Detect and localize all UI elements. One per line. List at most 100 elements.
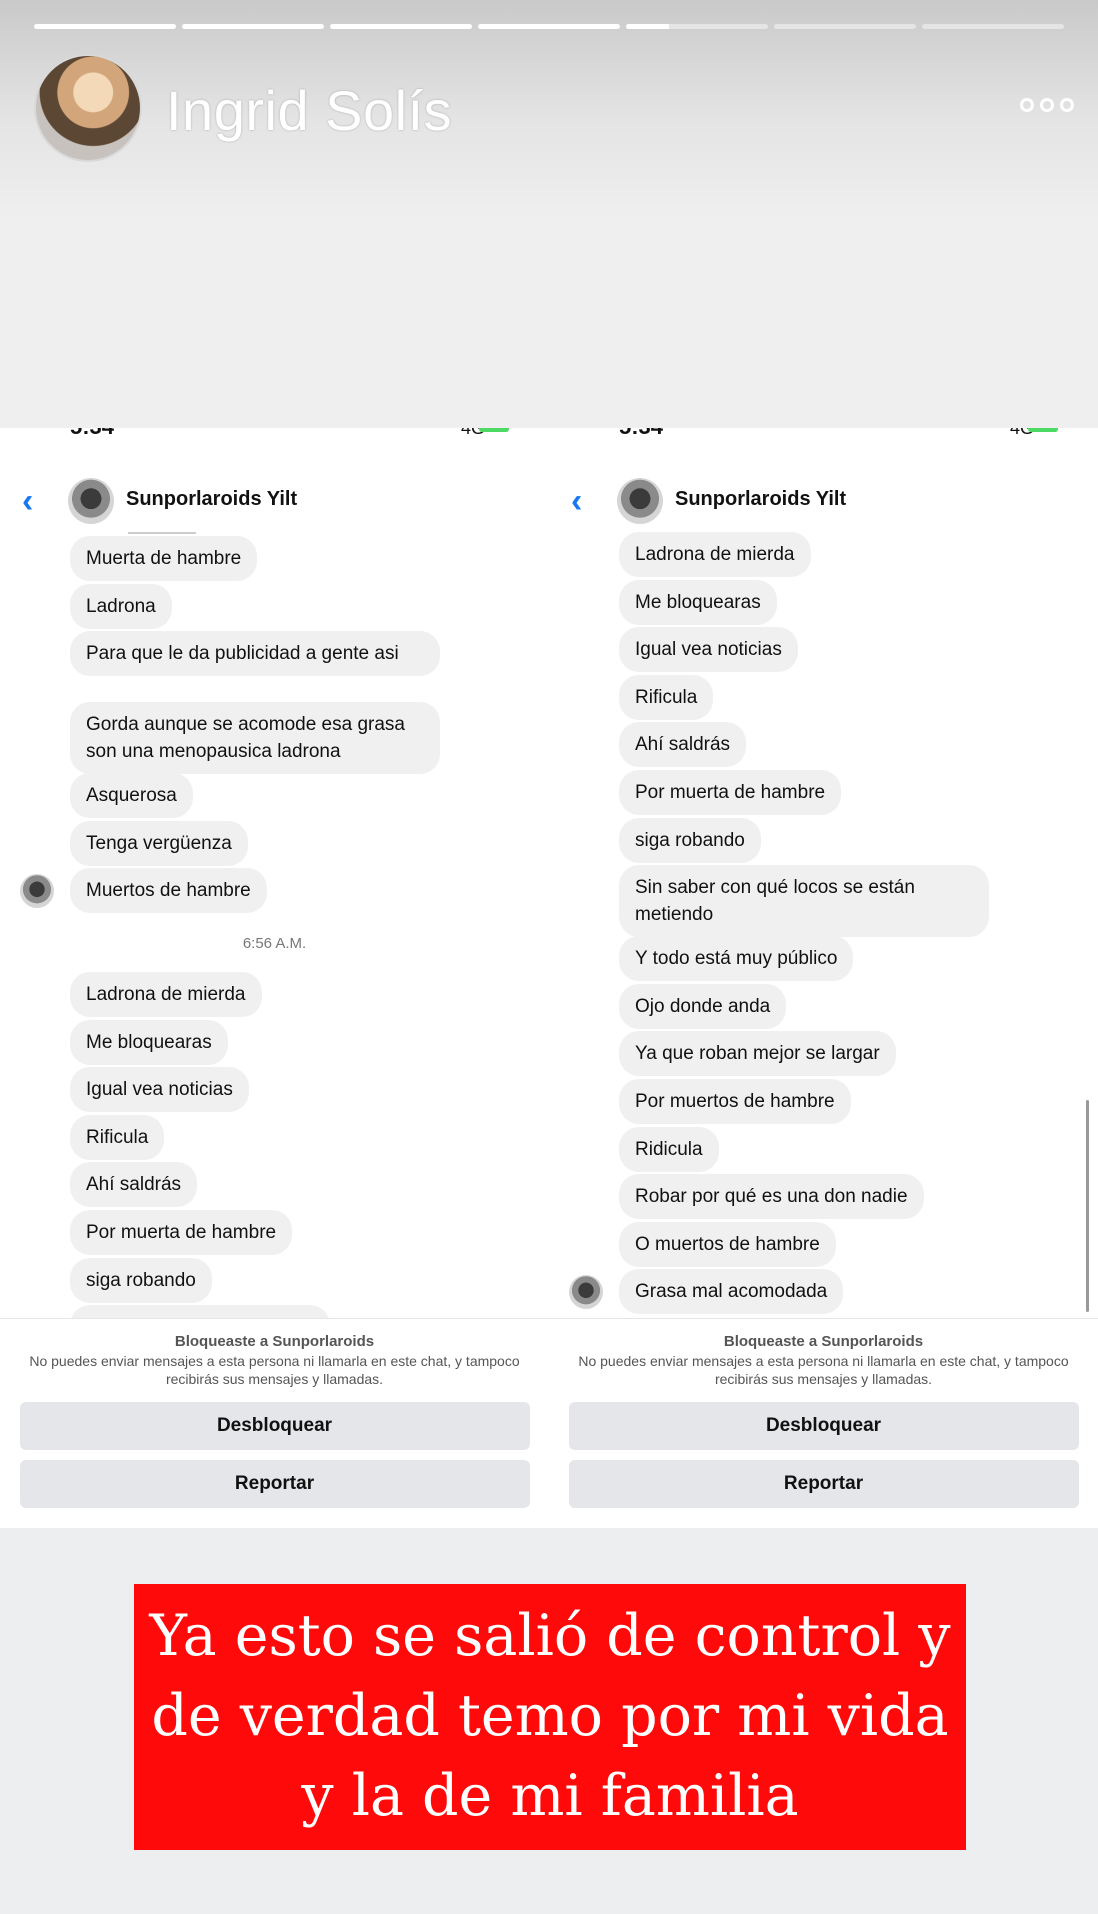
message-bubble[interactable]: O muertos de hambre bbox=[619, 1221, 836, 1267]
message-row: Por muerta de hambre bbox=[549, 769, 1098, 818]
story-progress-bar bbox=[34, 24, 1064, 29]
story-progress-fill bbox=[626, 24, 669, 29]
story-progress-fill bbox=[182, 24, 324, 29]
contact-name[interactable]: Sunporlaroids Yilt bbox=[126, 488, 297, 511]
message-row: Grasa mal acomodada bbox=[549, 1269, 1098, 1314]
story-progress-segment bbox=[34, 24, 176, 29]
story-user-name[interactable]: Ingrid Solís bbox=[166, 78, 452, 143]
story-progress-segment bbox=[182, 24, 324, 29]
message-timestamp: 6:56 A.M. bbox=[242, 934, 307, 952]
message-bubble[interactable]: Ladrona bbox=[70, 583, 172, 629]
message-row: Ahí saldrás bbox=[549, 722, 1098, 770]
message-row: Ladrona de mierda bbox=[0, 971, 549, 1020]
message-bubble[interactable]: Muertos de hambre bbox=[70, 868, 267, 914]
message-bubble[interactable]: Ojo donde anda bbox=[619, 983, 787, 1029]
blocked-description: No puedes enviar mensajes a esta persona… bbox=[29, 1353, 520, 1387]
story-progress-segment bbox=[478, 24, 620, 29]
story-header: Ingrid Solís bbox=[0, 0, 1098, 428]
unblock-button[interactable]: Desbloquear bbox=[568, 1402, 1079, 1450]
message-row: Muerta de hambre bbox=[0, 536, 549, 584]
message-bubble[interactable]: Ya que roban mejor se largar bbox=[619, 1031, 896, 1077]
message-bubble[interactable]: siga robando bbox=[70, 1257, 212, 1303]
message-row: siga robando bbox=[549, 817, 1098, 866]
contact-avatar[interactable] bbox=[68, 478, 114, 524]
message-bubble[interactable]: Sin saber con qué locos se bbox=[70, 1305, 331, 1318]
contact-name[interactable]: Sunporlaroids Yilt bbox=[675, 488, 846, 511]
scrollbar[interactable] bbox=[1086, 1100, 1089, 1312]
message-row: Ojo donde anda bbox=[549, 983, 1098, 1032]
message-row: Ridicula bbox=[549, 1126, 1098, 1175]
report-button[interactable]: Reportar bbox=[568, 1460, 1079, 1508]
message-row: Gorda aunque se acomode esa grasa son un… bbox=[0, 702, 549, 775]
message-bubble[interactable]: Por muerta de hambre bbox=[70, 1209, 293, 1255]
message-bubble[interactable]: Ahí saldrás bbox=[70, 1162, 198, 1208]
message-bubble[interactable]: Tenga vergüenza bbox=[70, 820, 248, 866]
back-chevron-icon[interactable]: ‹ bbox=[571, 484, 582, 518]
message-bubble[interactable]: Y todo está muy público bbox=[619, 936, 854, 982]
message-bubble[interactable]: Muerta de hambre bbox=[70, 536, 258, 581]
message-row: Ya que roban mejor se largar bbox=[549, 1031, 1098, 1079]
message-bubble[interactable]: Asquerosa bbox=[70, 773, 193, 819]
chat-screenshot-right: 5:34 4G ‹ Sunporlaroids Yilt Ladrona de … bbox=[549, 428, 1098, 1528]
message-row: Rificula bbox=[549, 674, 1098, 723]
message-row: Ladrona de mierda bbox=[549, 532, 1098, 580]
message-bubble[interactable]: Por muerta de hambre bbox=[619, 769, 842, 815]
message-row: Asquerosa bbox=[0, 773, 549, 821]
blocked-title: Bloqueaste a Sunporlaroids bbox=[723, 1333, 924, 1350]
message-row: Por muerta de hambre bbox=[0, 1209, 549, 1258]
blocked-panel: Bloqueaste a Sunporlaroids No puedes env… bbox=[549, 1318, 1098, 1528]
battery-icon bbox=[479, 428, 509, 432]
story-progress-segment bbox=[774, 24, 916, 29]
message-bubble[interactable]: Rificula bbox=[619, 674, 714, 720]
message-bubble[interactable]: Grasa mal acomodada bbox=[619, 1269, 844, 1314]
status-time: 5:34 bbox=[70, 428, 114, 440]
message-bubble[interactable]: Sin saber con qué locos se están metiend… bbox=[619, 865, 989, 938]
message-list[interactable]: Ladrona de mierda Me bloquearas Igual vea … bbox=[549, 532, 1098, 1314]
story-caption: Ya esto se salió de control y de verdad … bbox=[134, 1584, 966, 1850]
message-bubble[interactable]: Gorda aunque se acomode esa grasa son un… bbox=[70, 702, 440, 775]
caption-line: y la de mi familia bbox=[301, 1763, 799, 1829]
contact-avatar[interactable] bbox=[617, 478, 663, 524]
story-avatar[interactable] bbox=[34, 54, 142, 162]
caption-line: de verdad temo por mi vida bbox=[151, 1683, 949, 1749]
message-bubble[interactable]: Rificula bbox=[70, 1114, 165, 1160]
message-row: Me bloquearas bbox=[0, 1019, 549, 1068]
back-chevron-icon[interactable]: ‹ bbox=[22, 484, 33, 518]
story-progress-fill bbox=[330, 24, 472, 29]
message-bubble[interactable]: Robar por qué es una don nadie bbox=[619, 1174, 924, 1220]
message-bubble[interactable]: Ridicula bbox=[619, 1126, 719, 1172]
message-list[interactable]: Muerta de hambre Ladrona Para que le da pu… bbox=[0, 536, 549, 1318]
message-bubble[interactable]: Igual vea noticias bbox=[70, 1067, 249, 1113]
story-progress-segment bbox=[626, 24, 768, 29]
message-bubble[interactable]: Ladrona de mierda bbox=[70, 971, 262, 1017]
chat-screenshot-left: 5:34 4G ‹ Sunporlaroids Yilt Muerta de h… bbox=[0, 428, 549, 1528]
blocked-panel: Bloqueaste a Sunporlaroids No puedes env… bbox=[0, 1318, 549, 1528]
status-bar: 5:34 4G bbox=[549, 428, 1098, 440]
chat-header: ‹ Sunporlaroids Yilt bbox=[0, 472, 549, 532]
message-row: Ahí saldrás bbox=[0, 1162, 549, 1210]
message-row: Robar por qué es una don nadie bbox=[549, 1174, 1098, 1222]
battery-icon bbox=[1028, 428, 1058, 432]
unblock-button[interactable]: Desbloquear bbox=[19, 1402, 530, 1450]
message-bubble[interactable]: Igual vea noticias bbox=[619, 627, 798, 673]
message-bubble[interactable]: Por muertos de hambre bbox=[619, 1078, 851, 1124]
message-bubble[interactable]: Me bloquearas bbox=[70, 1019, 228, 1065]
message-bubble[interactable]: Me bloquearas bbox=[619, 579, 777, 625]
caption-line: Ya esto se salió de control y bbox=[149, 1603, 951, 1669]
message-row: siga robando bbox=[0, 1257, 549, 1306]
more-options-icon[interactable] bbox=[1020, 98, 1074, 112]
message-bubble[interactable]: siga robando bbox=[619, 817, 761, 863]
message-row: Rificula bbox=[0, 1114, 549, 1163]
report-button[interactable]: Reportar bbox=[19, 1460, 530, 1508]
message-row: Ladrona bbox=[0, 583, 549, 632]
message-row: Por muertos de hambre bbox=[549, 1078, 1098, 1127]
sender-avatar[interactable] bbox=[569, 1275, 603, 1310]
message-bubble[interactable]: Ladrona de mierda bbox=[619, 532, 811, 577]
message-bubble[interactable]: Ahí saldrás bbox=[619, 722, 747, 768]
story-progress-fill bbox=[478, 24, 620, 29]
story-progress-segment bbox=[330, 24, 472, 29]
status-bar: 5:34 4G bbox=[0, 428, 549, 440]
message-row: Igual vea noticias bbox=[549, 627, 1098, 675]
message-bubble[interactable]: Para que le da publicidad a gente asi bbox=[70, 631, 440, 677]
sender-avatar[interactable] bbox=[20, 874, 54, 909]
